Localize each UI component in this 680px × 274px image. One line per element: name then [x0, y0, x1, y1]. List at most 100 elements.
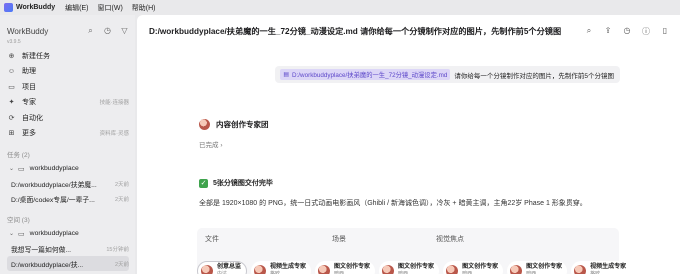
- agent-chip[interactable]: 创意总监 内达: [197, 261, 248, 274]
- sidebar-item-label: 专家: [22, 99, 36, 107]
- expert-icon: ✦: [8, 99, 15, 107]
- avatar: [574, 265, 587, 274]
- main-header: D:/workbuddyplace/扶弟魔的一生_72分镜_动漫设定.md 请你…: [137, 15, 680, 47]
- space-label: D:/workbuddyplace/扶...: [11, 261, 84, 269]
- chevron-down-icon: ⌄: [9, 231, 15, 237]
- agent-chip[interactable]: 图文创作专家 暗西: [507, 261, 568, 274]
- agent-chip[interactable]: 图文创作专家 暗西: [379, 261, 440, 274]
- menu-window[interactable]: 窗口(W): [98, 3, 123, 13]
- avatar: [382, 265, 395, 274]
- task-time: 2天前: [114, 196, 129, 203]
- assistant-icon: ☺: [7, 67, 16, 75]
- sidebar-tools: ⌕ ◷ ▽: [86, 21, 129, 36]
- brand-name: WorkBuddy: [7, 27, 49, 36]
- automation-icon: ⟳: [8, 114, 15, 122]
- grid-icon: ⊞: [8, 130, 15, 138]
- menu-edit[interactable]: 编辑(E): [65, 3, 88, 13]
- folder-icon: ▭: [18, 165, 25, 173]
- search-icon[interactable]: ⌕: [86, 26, 95, 36]
- info-icon[interactable]: ⓘ: [641, 26, 651, 37]
- result-summary: 全部是 1920×1080 的 PNG，统一日式动画电影画风（Ghibli / …: [199, 200, 587, 207]
- tasks-heading: 任务 (2): [7, 152, 30, 159]
- sidebar-item-assistant[interactable]: ☺ 助理: [7, 64, 129, 80]
- sidebar-item-aside: 资料库·灵感: [99, 131, 129, 138]
- result-heading: ✓ 5张分镜图交付完毕: [199, 178, 273, 188]
- agent-chip[interactable]: 视频生成专家 格欧: [251, 261, 312, 274]
- sidebar-item-label: 项目: [22, 83, 36, 91]
- file-icon: ▤: [283, 72, 289, 78]
- main-panel: D:/workbuddyplace/扶弟魔的一生_72分镜_动漫设定.md 请你…: [137, 15, 680, 274]
- sidebar-header: WorkBuddy v3.9.5 ⌕ ◷ ▽: [7, 21, 129, 45]
- conversation-title: D:/workbuddyplace/扶弟魔的一生_72分镜_动漫设定.md 请你…: [149, 27, 562, 36]
- avatar: [201, 265, 213, 274]
- avatar: [510, 265, 523, 274]
- sidebar-item-label: 自动化: [22, 114, 43, 122]
- space-time: 2天前: [114, 261, 129, 268]
- sidebar: WorkBuddy v3.9.5 ⌕ ◷ ▽ ⊕ 新建任务 ☺ 助理 ▭ 项目 …: [0, 15, 135, 274]
- sidebar-item-projects[interactable]: ▭ 项目: [7, 79, 129, 95]
- clock-icon[interactable]: ◷: [103, 26, 112, 36]
- column-header-file: 文件: [205, 236, 219, 243]
- version-label: v3.9.5: [7, 39, 21, 45]
- result-title: 5张分镜图交付完毕: [213, 180, 273, 187]
- task-label: D:/桌面/codex专属/一辈子...: [11, 196, 95, 204]
- agent-chip-name: 图文创作专家: [334, 264, 371, 270]
- space-item-active[interactable]: D:/workbuddyplace/扶... 2天前: [7, 256, 129, 271]
- header-tools: ⌕ ⇪ ◷ ⓘ ▯: [584, 26, 670, 37]
- file-name: D:/workbuddyplace/扶弟魔的一生_72分镜_动漫设定.md: [292, 72, 448, 79]
- agent-chip-name: 视频生成专家: [590, 264, 627, 270]
- app-logo-icon: [4, 3, 13, 12]
- folder-label: workbuddyplace: [29, 230, 79, 237]
- sidebar-item-label: 助理: [22, 68, 36, 76]
- table-header: 文件 场景 视觉焦点: [197, 228, 619, 250]
- avatar: [318, 265, 331, 274]
- agent-name: 内容创作专家团: [216, 120, 269, 129]
- agent-chip-name: 创意总监: [217, 264, 242, 270]
- chevron-right-icon: ›: [220, 142, 223, 149]
- agent-chip[interactable]: 图文创作专家 暗西: [315, 261, 376, 274]
- sidebar-item-more[interactable]: ⊞ 更多 资料库·灵感: [7, 126, 129, 142]
- agent-header: 内容创作专家团: [199, 119, 269, 130]
- space-folder-row[interactable]: ⌄ ▭ workbuddyplace: [7, 226, 129, 241]
- task-folder-row[interactable]: ⌄ ▭ workbuddyplace: [7, 161, 129, 176]
- chevron-down-icon: ⌄: [9, 166, 15, 172]
- sidebar-item-new-task[interactable]: ⊕ 新建任务: [7, 48, 129, 64]
- column-header-scene: 场景: [332, 236, 346, 243]
- folder-label: workbuddyplace: [29, 165, 79, 172]
- task-item[interactable]: D:/workbuddyplace/扶弟魔... 2天前: [7, 176, 129, 191]
- task-time: 2天前: [114, 181, 129, 188]
- file-attachment-chip[interactable]: ▤ D:/workbuddyplace/扶弟魔的一生_72分镜_动漫设定.md: [280, 69, 451, 80]
- sidebar-item-automation[interactable]: ⟳ 自动化: [7, 110, 129, 126]
- space-time: 15分钟前: [106, 246, 129, 253]
- app-name: WorkBuddy: [16, 4, 56, 11]
- space-item[interactable]: 我想写一篇如何做... 15分钟前: [7, 241, 129, 256]
- search-icon[interactable]: ⌕: [584, 26, 594, 37]
- filter-icon[interactable]: ▽: [120, 26, 129, 36]
- agent-chip-name: 图文创作专家: [462, 264, 499, 270]
- sidebar-item-experts[interactable]: ✦ 专家 技能·连接器: [7, 95, 129, 111]
- space-heading: 空间 (3): [7, 217, 30, 224]
- history-icon[interactable]: ◷: [622, 26, 632, 37]
- agent-status[interactable]: 已完成 ›: [199, 139, 222, 149]
- share-icon[interactable]: ⇪: [603, 26, 613, 37]
- avatar: [254, 265, 267, 274]
- user-message-text: 请你给每一个分镜制作对应的图片，先制作前5个分镜图: [454, 72, 614, 80]
- task-label: D:/workbuddyplace/扶弟魔...: [11, 181, 97, 189]
- task-item[interactable]: D:/桌面/codex专属/一辈子... 2天前: [7, 191, 129, 206]
- menu-help[interactable]: 帮助(H): [132, 3, 156, 13]
- sidebar-item-label: 新建任务: [22, 52, 50, 60]
- agent-chip[interactable]: 视频生成专家 格欧: [571, 261, 632, 274]
- panel-icon[interactable]: ▯: [660, 26, 670, 37]
- sidebar-nav: ⊕ 新建任务 ☺ 助理 ▭ 项目 ✦ 专家 技能·连接器 ⟳ 自动化 ⊞ 更多 …: [7, 48, 129, 141]
- checkbox-checked-icon: ✓: [199, 178, 208, 188]
- menu-bar: WorkBuddy 编辑(E) 窗口(W) 帮助(H): [0, 0, 680, 15]
- user-message: ▤ D:/workbuddyplace/扶弟魔的一生_72分镜_动漫设定.md …: [275, 66, 620, 83]
- agent-chip[interactable]: 图文创作专家 暗西: [443, 261, 504, 274]
- sidebar-item-label: 更多: [22, 130, 36, 138]
- plus-circle-icon: ⊕: [8, 52, 15, 60]
- avatar: [446, 265, 459, 274]
- agent-team-bar: 创意总监 内达 视频生成专家 格欧 图文创作专家 暗西 图文创作专家 暗西 图文创作专家…: [197, 260, 632, 274]
- agent-chip-name: 视频生成专家: [270, 264, 307, 270]
- space-label: 我想写一篇如何做...: [11, 246, 72, 254]
- column-header-focus: 视觉焦点: [436, 236, 464, 243]
